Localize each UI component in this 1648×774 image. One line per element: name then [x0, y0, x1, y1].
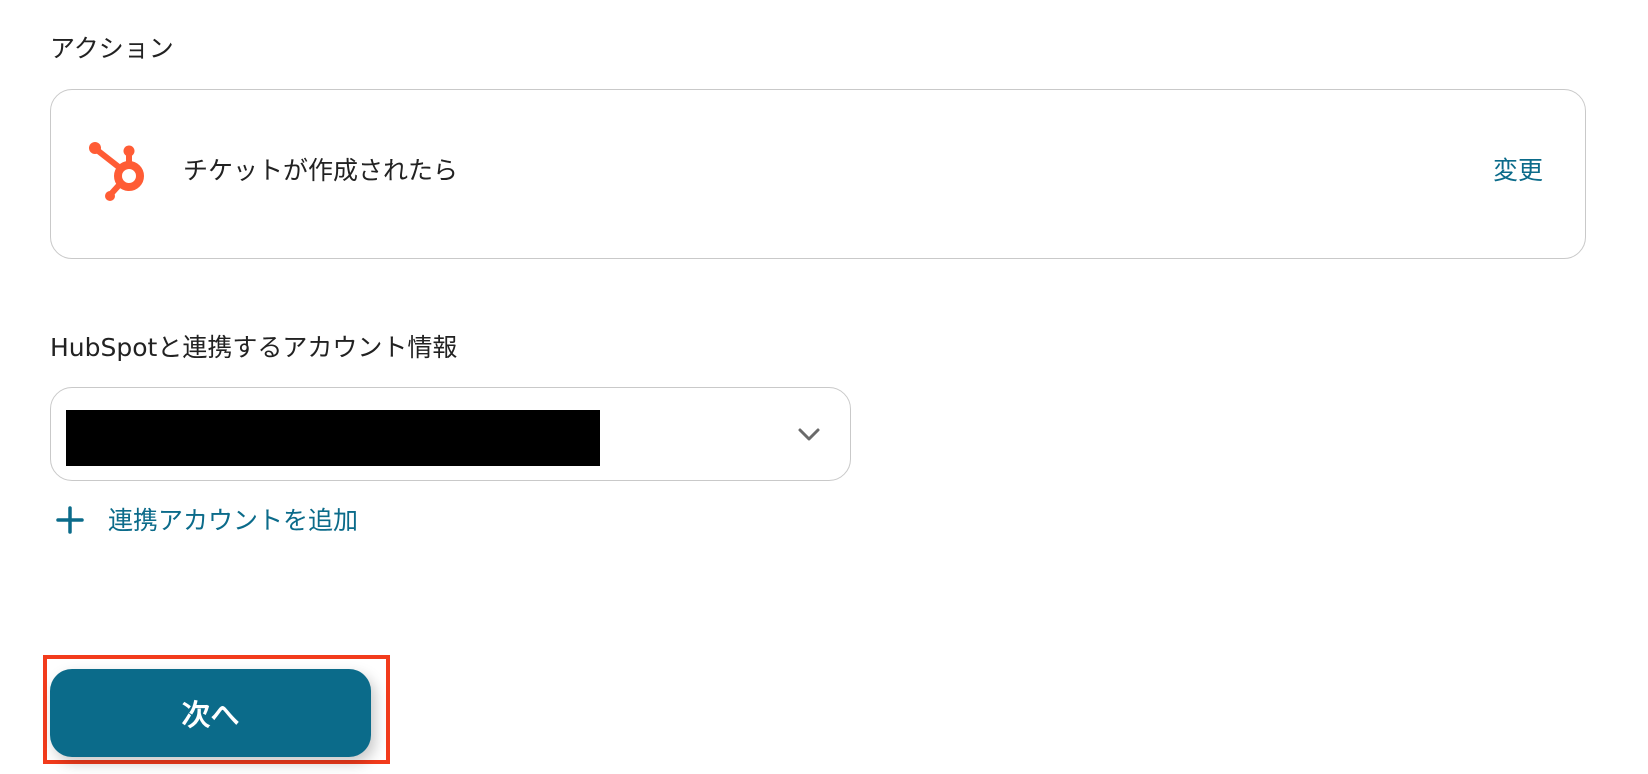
next-button[interactable]: 次へ	[50, 669, 371, 757]
change-action-link[interactable]: 変更	[1493, 158, 1543, 183]
account-section-label: HubSpotと連携するアカウント情報	[50, 333, 458, 362]
chevron-down-icon	[796, 421, 822, 447]
hubspot-logo-icon	[87, 138, 157, 208]
action-card: チケットが作成されたら 変更	[50, 89, 1586, 259]
plus-icon	[54, 504, 86, 536]
add-account-label: 連携アカウントを追加	[108, 505, 359, 535]
selected-account-redacted	[66, 410, 600, 466]
trigger-name: チケットが作成されたら	[183, 156, 459, 185]
add-account-button[interactable]: 連携アカウントを追加	[54, 502, 358, 538]
account-select[interactable]	[50, 387, 851, 481]
action-section-label: アクション	[50, 34, 174, 63]
